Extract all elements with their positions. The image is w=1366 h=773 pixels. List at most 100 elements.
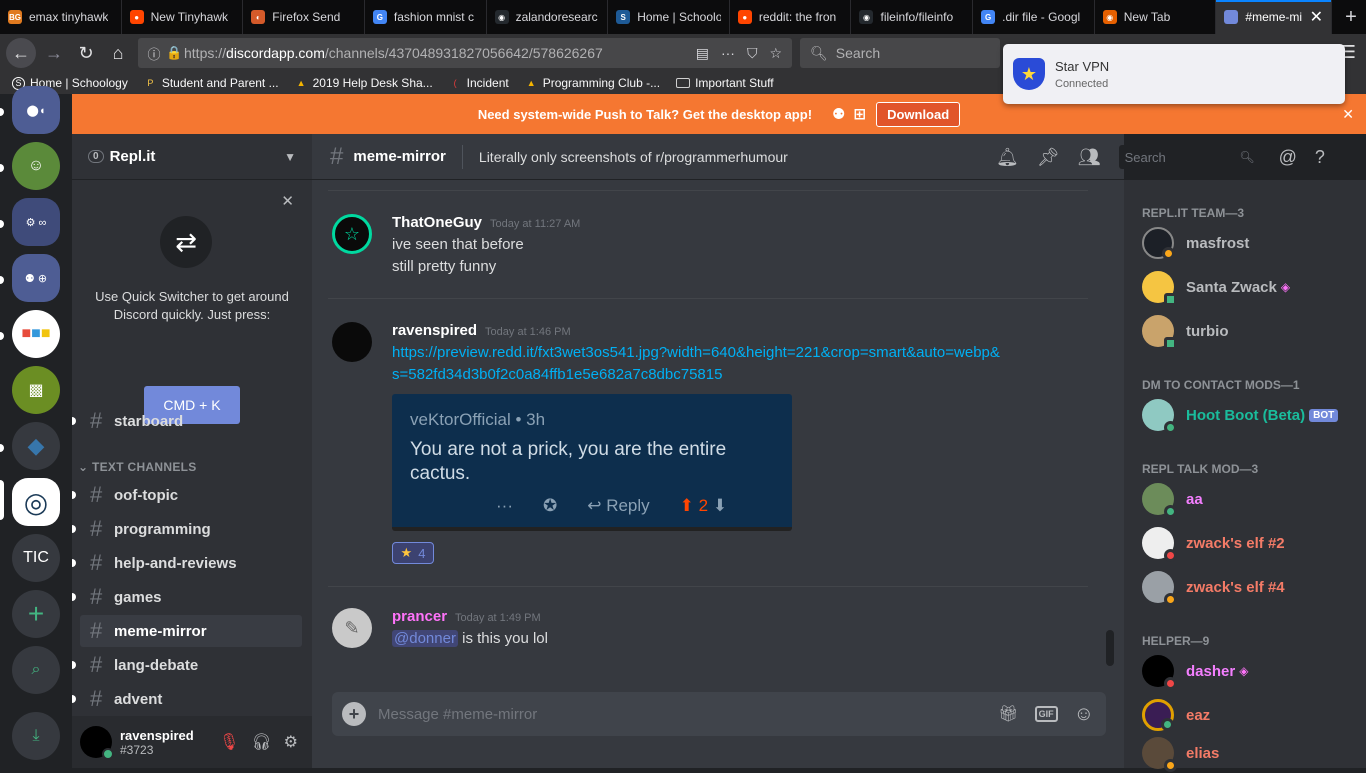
vpn-title: Star VPN [1055,58,1110,74]
vpn-notification[interactable]: ★ Star VPN Connected [1003,44,1345,104]
member-item[interactable]: turbio [1142,311,1229,351]
browser-tab[interactable]: ◉ zalandoresearc [487,0,609,34]
member-item[interactable]: dasher ◈ [1142,651,1248,691]
replit-server-icon[interactable]: ◎ [12,478,60,526]
member-item[interactable]: Hoot Boot (Beta) BOT [1142,395,1339,435]
member-item[interactable]: eaz [1142,695,1210,735]
browser-tab[interactable]: G .dir file - Googl [973,0,1095,34]
browser-tab[interactable]: ◐ Firefox Send [243,0,365,34]
member-item[interactable]: masfrost [1142,223,1249,263]
browser-tab-active[interactable]: #meme-mi ✕ [1216,0,1333,34]
reddit-icon: ● [129,10,144,24]
explore-servers-icon[interactable]: ⌕ [12,646,60,694]
member-name: turbio [1186,322,1229,340]
bookmark-folder[interactable]: Important Stuff [676,76,774,90]
info-icon[interactable]: ⓘ [142,44,166,63]
message-link[interactable]: https://preview.redd.it/fxt3wet3os541.jp… [392,344,1000,361]
avatar[interactable]: ✎ [332,608,372,648]
member-item[interactable]: zwack's elf #4 [1142,567,1285,607]
message-author[interactable]: ravenspired [392,322,477,339]
home-button[interactable]: ⌂ [104,39,132,67]
forward-button[interactable]: → [40,39,68,67]
message-composer[interactable]: + Message #meme-mirror 🎁︎ GIF ☺ [332,692,1106,736]
python-server-icon[interactable]: ◆ [12,422,60,470]
avatar[interactable]: ☆ [332,214,372,254]
bookmark-item[interactable]: P Student and Parent ... [144,76,278,90]
chat-scrollbar[interactable] [1106,180,1114,670]
url-bar[interactable]: ⓘ 🔒 https://discordapp.com/channels/4370… [138,38,792,68]
back-button[interactable]: ← [6,38,36,68]
message-author[interactable]: prancer [392,608,447,625]
browser-search-input[interactable]: 🔍︎ Search [800,38,1000,68]
browser-tab[interactable]: ◉ New Tab [1095,0,1217,34]
category-label: TEXT CHANNELS [92,460,197,474]
channel-advent[interactable]: # advent [72,683,302,715]
headphones-icon[interactable]: 🎧︎ [251,732,271,752]
bookmark-star-icon[interactable]: ☆ [769,45,782,62]
channel-meme-mirror[interactable]: # meme-mirror [80,615,302,647]
message-author[interactable]: ThatOneGuy [392,214,482,231]
bookmark-item[interactable]: ▲ 2019 Help Desk Sha... [295,76,433,90]
search-input[interactable]: Search 🔍︎ [1118,145,1261,169]
bookmark-item[interactable]: (Incident [449,76,509,90]
add-server-icon[interactable]: + [12,590,60,638]
image-embed[interactable]: veKtorOfficial • 3h You are not a prick,… [392,394,792,531]
member-item[interactable]: zwack's elf #2 [1142,523,1285,563]
user-mention[interactable]: @donner [392,630,458,647]
server-icon-tic[interactable]: TIC [12,534,60,582]
server-icon[interactable]: ■ ■ ■ [12,310,60,358]
browser-tab[interactable]: Gfashion mnist c [365,0,487,34]
member-item[interactable]: elias [1142,733,1219,773]
browser-tab[interactable]: BG emax tinyhawk [0,0,122,34]
members-icon[interactable]: 👥︎ [1078,147,1101,168]
gear-icon[interactable]: ⚙ [284,732,298,752]
server-icon[interactable]: ☺ [12,142,60,190]
scrollbar-thumb[interactable] [1106,630,1114,666]
browser-tab[interactable]: ● reddit: the fron [730,0,852,34]
gif-button[interactable]: GIF [1034,706,1058,722]
pin-icon[interactable]: 📌︎ [1037,147,1060,168]
mute-microphone-icon[interactable]: 🎙︎ [219,732,239,752]
help-icon[interactable]: ? [1315,147,1325,168]
google-drive-icon: ▲ [296,78,306,88]
member-item[interactable]: Santa Zwack ◈ [1142,267,1290,307]
channel-lang-debate[interactable]: # lang-debate [72,649,302,681]
new-tab-button[interactable]: + [1336,0,1366,34]
server-icon[interactable]: ⚙ ∞ [12,198,60,246]
server-icon[interactable]: ▩ [12,366,60,414]
channel-programming[interactable]: # programming [72,513,302,545]
close-banner-icon[interactable]: ✕ [1342,106,1354,123]
pocket-icon[interactable]: ⛉ [747,45,758,62]
emoji-icon[interactable]: ☺ [1074,703,1094,726]
close-icon[interactable]: ✕ [281,192,294,210]
download-button[interactable]: Download [876,101,961,127]
bookmark-item[interactable]: ▲ Programming Club -... [525,76,660,90]
server-icon[interactable]: ⚉ ⊕ [12,254,60,302]
channel-starboard[interactable]: # starboard [72,405,302,437]
browser-tab[interactable]: S Home | Schoolo [608,0,730,34]
browser-tab[interactable]: ● New Tinyhawk [122,0,244,34]
mention-icon[interactable]: @ [1279,147,1297,168]
download-apps-icon[interactable]: ⤓ [12,712,60,760]
message-link[interactable]: s=582fd34d3b0f2c0a84ffb1e5e682a7c8dbc758… [392,366,722,383]
browser-tab[interactable]: ◉ fileinfo/fileinfo [851,0,974,34]
server-icon[interactable]: ⬤◖ [12,86,60,134]
upload-plus-icon[interactable]: + [342,702,366,726]
page-actions-icon[interactable]: ··· [721,45,735,62]
guild-header[interactable]: 0 Repl.it ▼ [72,134,312,180]
channel-help-and-reviews[interactable]: # help-and-reviews [72,547,302,579]
category-text-channels[interactable]: ⌄ TEXT CHANNELS [78,460,197,474]
close-tab-icon[interactable]: ✕ [1310,7,1323,27]
avatar [1142,227,1175,260]
reaction-star[interactable]: ★ 4 [392,542,434,564]
gift-icon[interactable]: 🎁︎ [998,704,1018,724]
avatar[interactable] [332,322,372,362]
bell-icon[interactable]: 🔔︎ [996,147,1019,168]
member-item[interactable]: aa [1142,479,1203,519]
reader-view-icon[interactable]: ▤ [696,45,709,62]
channel-oof-topic[interactable]: # oof-topic [72,479,302,511]
channel-games[interactable]: # games [72,581,302,613]
reload-button[interactable]: ↻ [72,39,100,67]
message-input[interactable]: Message #meme-mirror [378,706,537,723]
avatar[interactable] [80,726,114,760]
